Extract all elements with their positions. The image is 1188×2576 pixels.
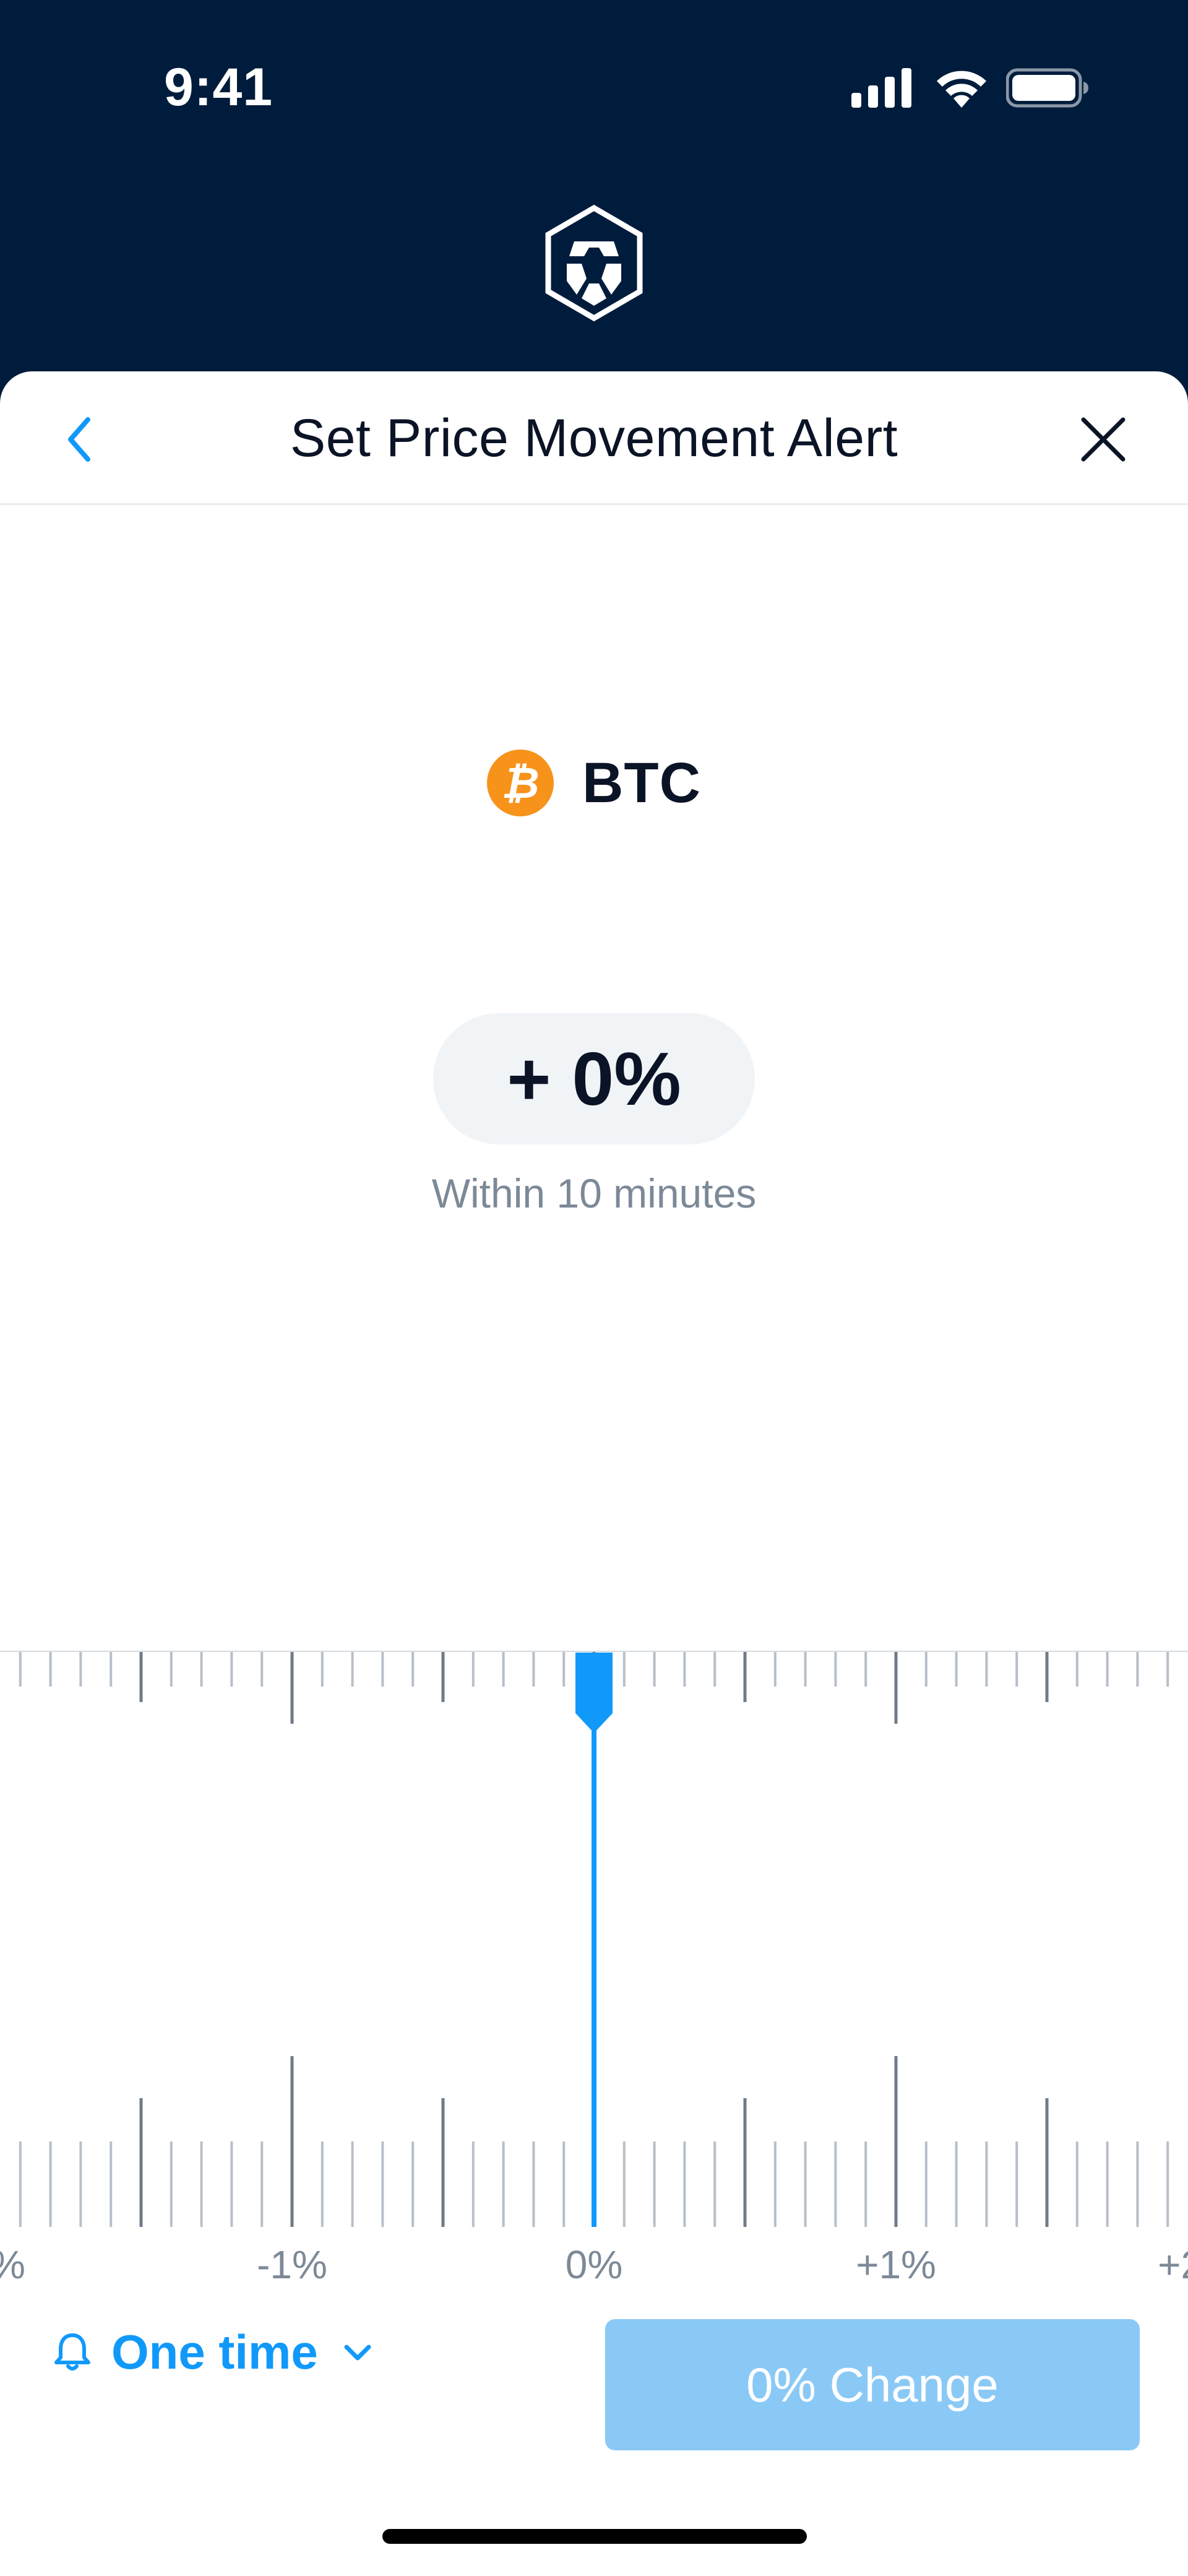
chevron-down-icon <box>344 2345 371 2361</box>
close-button[interactable] <box>1069 408 1137 470</box>
alert-sheet: Set Price Movement Alert ₿ BTC + 0% With… <box>0 371 1188 2576</box>
ruler-tick-label: 0% <box>565 2242 623 2287</box>
asset-symbol: BTC <box>582 751 702 815</box>
asset-selector: ₿ BTC <box>0 743 1188 823</box>
status-bar: 9:41 <box>0 0 1188 322</box>
page-title: Set Price Movement Alert <box>290 408 898 468</box>
chevron-left-icon <box>68 417 90 462</box>
ruler-tick-label: +2% <box>1158 2242 1188 2287</box>
frequency-label: One time <box>111 2324 318 2379</box>
change-value: + 0% <box>433 1013 755 1144</box>
ruler-tick-label: +1% <box>856 2242 936 2287</box>
slider-handle[interactable] <box>575 1653 613 1733</box>
back-button[interactable] <box>50 408 111 470</box>
time-window-label: Within 10 minutes <box>431 1170 757 1216</box>
status-time: 9:41 <box>164 58 273 117</box>
frequency-dropdown[interactable]: One time <box>51 2309 376 2395</box>
home-indicator <box>382 2529 807 2544</box>
signal-icon <box>851 68 911 108</box>
battery-icon <box>1006 68 1088 108</box>
bell-icon <box>54 2333 90 2371</box>
bitcoin-icon: ₿ <box>486 750 554 816</box>
close-icon <box>1081 417 1126 462</box>
sheet-header: Set Price Movement Alert <box>0 371 1188 505</box>
ruler-ticks <box>19 1651 1169 2227</box>
wifi-icon <box>937 71 986 108</box>
ruler-tick-label: -1% <box>257 2242 327 2287</box>
crypto-logo-icon <box>545 204 643 322</box>
ruler-tick-label: -2% <box>0 2242 71 2288</box>
confirm-alert-button[interactable]: 0% Change <box>605 2319 1140 2450</box>
